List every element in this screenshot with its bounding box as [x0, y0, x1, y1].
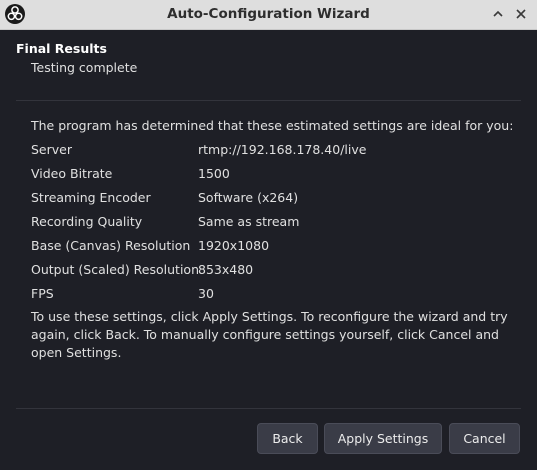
result-label: Server	[31, 142, 72, 157]
result-label: Video Bitrate	[31, 166, 113, 181]
window-title: Auto-Configuration Wizard	[167, 6, 370, 22]
result-row-video-bitrate: Video Bitrate 1500	[31, 166, 511, 184]
top-divider	[16, 100, 521, 101]
bottom-divider	[16, 408, 521, 409]
title-bar: Auto-Configuration Wizard	[0, 0, 537, 30]
apply-settings-button[interactable]: Apply Settings	[324, 423, 442, 454]
result-label: Output (Scaled) Resolution	[31, 262, 199, 277]
result-value: Software (x264)	[198, 190, 299, 205]
result-value: 30	[198, 286, 214, 301]
result-row-streaming-encoder: Streaming Encoder Software (x264)	[31, 190, 511, 208]
result-value: 853x480	[198, 262, 254, 277]
page-title: Final Results	[16, 41, 107, 56]
result-label: Base (Canvas) Resolution	[31, 238, 191, 253]
result-value: 1500	[198, 166, 230, 181]
chevron-up-icon[interactable]	[490, 6, 506, 22]
close-icon[interactable]	[513, 6, 529, 22]
wizard-page: Final Results Testing complete The progr…	[0, 30, 537, 470]
results-intro: The program has determined that these es…	[31, 118, 514, 133]
result-row-output-resolution: Output (Scaled) Resolution 853x480	[31, 262, 511, 280]
result-value: Same as stream	[198, 214, 300, 229]
back-button[interactable]: Back	[257, 423, 318, 454]
result-label: Streaming Encoder	[31, 190, 151, 205]
result-label: FPS	[31, 286, 54, 301]
result-row-recording-quality: Recording Quality Same as stream	[31, 214, 511, 232]
page-subtitle: Testing complete	[31, 60, 138, 75]
result-value: rtmp://192.168.178.40/live	[198, 142, 367, 157]
cancel-button[interactable]: Cancel	[449, 423, 520, 454]
result-row-server: Server rtmp://192.168.178.40/live	[31, 142, 511, 160]
result-value: 1920x1080	[198, 238, 270, 253]
apply-instructions: To use these settings, click Apply Setti…	[31, 309, 508, 360]
result-label: Recording Quality	[31, 214, 143, 229]
result-row-fps: FPS 30	[31, 286, 511, 304]
result-row-base-resolution: Base (Canvas) Resolution 1920x1080	[31, 238, 511, 256]
